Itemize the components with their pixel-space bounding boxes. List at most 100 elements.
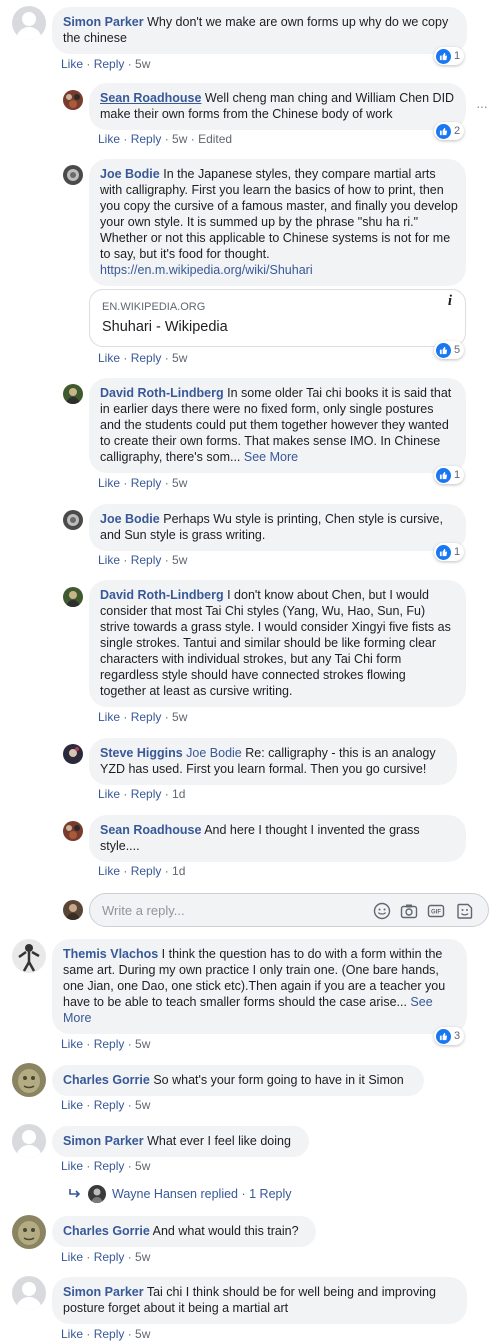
comment-bubble: David Roth-Lindberg In some older Tai ch…: [89, 378, 466, 473]
reply-button[interactable]: Reply: [131, 132, 162, 146]
comment-bubble: Simon Parker Tai chi I think should be f…: [52, 1277, 467, 1324]
reaction-count[interactable]: 1: [434, 466, 465, 484]
link-preview-card[interactable]: EN.WIKIPEDIA.ORG Shuhari - Wikipedia i: [89, 289, 466, 347]
avatar-themis-vlachos[interactable]: [12, 939, 46, 973]
comment-author[interactable]: Simon Parker: [63, 15, 144, 29]
reply-button[interactable]: Reply: [131, 710, 162, 724]
like-button[interactable]: Like: [61, 57, 83, 71]
reply-input[interactable]: Write a reply... GIF: [89, 893, 489, 927]
avatar-steve-higgins[interactable]: [63, 744, 83, 764]
comment-author[interactable]: Joe Bodie: [100, 512, 160, 526]
comment-time[interactable]: 5w: [135, 1327, 150, 1341]
like-button[interactable]: Like: [98, 553, 120, 567]
reply-button[interactable]: Reply: [131, 476, 162, 490]
comment-author[interactable]: Simon Parker: [63, 1134, 144, 1148]
comment-author[interactable]: Joe Bodie: [100, 167, 160, 181]
reply-button[interactable]: Reply: [94, 1159, 125, 1173]
reaction-number: 5: [454, 344, 461, 356]
like-button[interactable]: Like: [61, 1037, 83, 1051]
comment-time[interactable]: 5w: [135, 1098, 150, 1112]
avatar-charles-gorrie[interactable]: [12, 1215, 46, 1249]
comment-time[interactable]: 1d: [172, 787, 185, 801]
reply-button[interactable]: Reply: [131, 351, 162, 365]
comment-actions: Like · Reply · 5w: [61, 1250, 151, 1264]
reply-button[interactable]: Reply: [131, 553, 162, 567]
like-button[interactable]: Like: [98, 351, 120, 365]
comment-time[interactable]: 5w: [135, 1159, 150, 1173]
comment-time[interactable]: 1d: [172, 864, 185, 878]
shared-link[interactable]: https://en.m.wikipedia.org/wiki/Shuhari: [100, 262, 458, 278]
comment-author[interactable]: Charles Gorrie: [63, 1224, 150, 1238]
comment-text: I don't know about Chen, but I would con…: [100, 588, 451, 698]
like-button[interactable]: Like: [61, 1250, 83, 1264]
reply-count[interactable]: 1 Reply: [249, 1187, 291, 1201]
comment-author[interactable]: David Roth-Lindberg: [100, 386, 224, 400]
replier-name[interactable]: Wayne Hansen: [112, 1187, 197, 1201]
reply-button[interactable]: Reply: [94, 1098, 125, 1112]
mention-link[interactable]: Joe Bodie: [186, 746, 242, 760]
default-user-icon: [16, 1282, 42, 1310]
comment-bubble: Charles Gorrie So what's your form going…: [52, 1065, 424, 1096]
comment-time[interactable]: 5w: [135, 1250, 150, 1264]
reaction-count[interactable]: 1: [434, 543, 465, 561]
comment-time[interactable]: 5w: [172, 710, 187, 724]
reaction-count[interactable]: 5: [434, 341, 465, 359]
reply-button[interactable]: Reply: [94, 1037, 125, 1051]
avatar-simon-parker[interactable]: [12, 1276, 46, 1310]
comment-time[interactable]: 5w: [135, 57, 150, 71]
like-icon: [436, 1028, 451, 1044]
reply-button[interactable]: Reply: [131, 787, 162, 801]
comment-time[interactable]: 5w: [172, 351, 187, 365]
comment-time[interactable]: 5w: [172, 476, 187, 490]
like-button[interactable]: Like: [98, 132, 120, 146]
comment-author[interactable]: David Roth-Lindberg: [100, 588, 224, 602]
comment-author[interactable]: Sean Roadhouse: [100, 823, 201, 837]
comment-actions: Like · Reply · 5w: [98, 553, 188, 567]
avatar-simon-parker[interactable]: [12, 1124, 46, 1158]
sticker-icon[interactable]: [456, 902, 474, 920]
comment-author[interactable]: Steve Higgins: [100, 746, 183, 760]
like-button[interactable]: Like: [61, 1327, 83, 1341]
avatar-sean-roadhouse[interactable]: [63, 821, 83, 841]
edited-label[interactable]: Edited: [198, 132, 232, 146]
avatar-simon-parker[interactable]: [12, 6, 46, 40]
avatar-joe-bodie[interactable]: [63, 165, 83, 185]
avatar-david-roth-lindberg[interactable]: [63, 587, 83, 607]
like-button[interactable]: Like: [98, 787, 120, 801]
emoji-icon[interactable]: [373, 902, 391, 920]
comment-author[interactable]: Simon Parker: [63, 1285, 144, 1299]
comment-author[interactable]: Charles Gorrie: [63, 1073, 150, 1087]
reaction-count[interactable]: 3: [434, 1027, 465, 1045]
avatar-david-roth-lindberg[interactable]: [63, 384, 83, 404]
camera-icon[interactable]: [400, 902, 418, 920]
gif-icon[interactable]: GIF: [427, 902, 445, 920]
reaction-count[interactable]: 1: [434, 47, 465, 65]
comment-actions: Like · Reply · 1d: [98, 864, 186, 878]
avatar-charles-gorrie[interactable]: [12, 1063, 46, 1097]
like-button[interactable]: Like: [98, 476, 120, 490]
comment-author[interactable]: Themis Vlachos: [63, 947, 158, 961]
more-options-icon[interactable]: ···: [476, 98, 488, 114]
reaction-count[interactable]: 2: [434, 122, 465, 140]
comment-time[interactable]: 5w: [172, 553, 187, 567]
reply-button[interactable]: Reply: [94, 57, 125, 71]
reply-button[interactable]: Reply: [94, 1250, 125, 1264]
comment-time[interactable]: 5w: [172, 132, 187, 146]
comment-author[interactable]: Sean Roadhouse: [100, 91, 201, 105]
like-icon: [436, 467, 451, 483]
comment-bubble: Sean Roadhouse And here I thought I inve…: [89, 815, 466, 862]
comment-actions: Like · Reply · 5w: [61, 1327, 151, 1341]
view-replies-row[interactable]: Wayne Hansen replied · 1 Reply: [68, 1184, 292, 1204]
like-button[interactable]: Like: [98, 710, 120, 724]
comment-time[interactable]: 5w: [135, 1037, 150, 1051]
info-icon[interactable]: i: [441, 292, 459, 310]
avatar-sean-roadhouse[interactable]: [63, 90, 83, 110]
like-button[interactable]: Like: [61, 1159, 83, 1173]
reply-button[interactable]: Reply: [131, 864, 162, 878]
see-more-link[interactable]: See More: [244, 450, 298, 464]
reply-button[interactable]: Reply: [94, 1327, 125, 1341]
like-button[interactable]: Like: [98, 864, 120, 878]
avatar-joe-bodie[interactable]: [63, 510, 83, 530]
comment-bubble: David Roth-Lindberg I don't know about C…: [89, 580, 466, 707]
like-button[interactable]: Like: [61, 1098, 83, 1112]
